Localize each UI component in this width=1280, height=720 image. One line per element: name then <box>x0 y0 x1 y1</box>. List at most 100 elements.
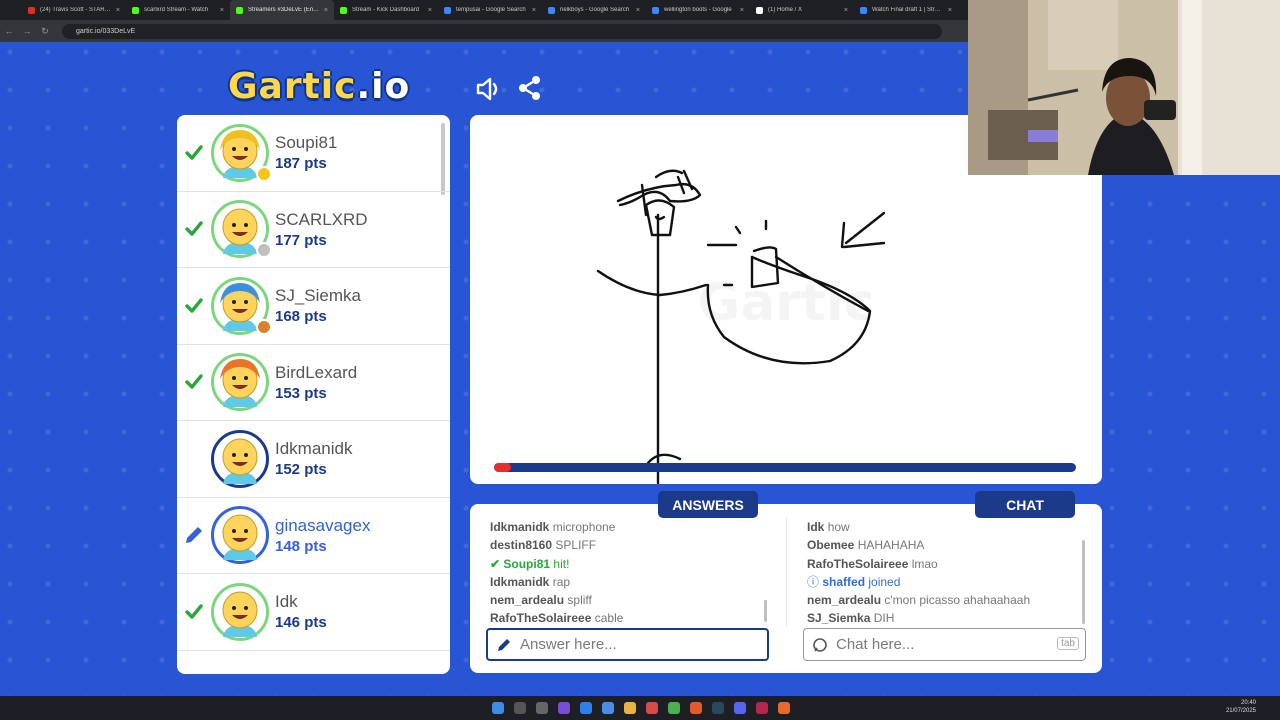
clock[interactable]: 20:40 21/07/2025 <box>1226 699 1256 715</box>
browser-tab[interactable]: nelkboys - Google Search × <box>542 0 646 20</box>
player-points: 146 pts <box>275 614 327 632</box>
chat-list: Idk how Obemee HAHAHAHA RafoTheSolaireee l… <box>807 518 1087 628</box>
message-user[interactable]: Idk <box>807 520 824 534</box>
tab-close-icon[interactable]: × <box>532 7 536 14</box>
answer-message: RafoTheSolaireee cable <box>490 609 770 627</box>
tab-title: (24) Travis Scott - STARGAZING <box>40 7 112 13</box>
browser-tab[interactable]: (24) Travis Scott - STARGAZING × <box>22 0 126 20</box>
tab-close-icon[interactable]: × <box>636 7 640 14</box>
task-view-icon[interactable] <box>536 702 548 714</box>
check-icon <box>185 221 203 236</box>
logo-suffix: .io <box>356 66 411 107</box>
message-user[interactable]: Obemee <box>807 538 854 552</box>
player-row[interactable]: SJ_Siemka 168 pts <box>177 268 450 345</box>
tab-close-icon[interactable]: × <box>324 7 328 14</box>
player-row[interactable]: Idkmanidk 152 pts <box>177 421 450 498</box>
app-icon-2[interactable] <box>580 702 592 714</box>
message-user[interactable]: Soupi81 <box>503 557 550 571</box>
browser-tab[interactable]: Streamers #3DeLvE (English) × <box>230 0 334 20</box>
browser-tab[interactable]: scarlxrd Stream - Watch × <box>126 0 230 20</box>
message-text: hit! <box>553 556 570 571</box>
player-row[interactable]: Idk 146 pts <box>177 574 450 651</box>
url-field[interactable]: gartic.io/033DeLvE <box>62 23 942 39</box>
message-text: how <box>827 520 850 534</box>
chat-field[interactable]: tab <box>803 628 1086 661</box>
chat-message: Idk how <box>807 518 1087 536</box>
chat-message: nem_ardealu c'mon picasso ahahaahaah <box>807 591 1087 609</box>
player-row[interactable]: ginasavagex 148 pts <box>177 498 450 574</box>
browser-tab[interactable]: tempusai - Google Search × <box>438 0 542 20</box>
tab-answers[interactable]: ANSWERS <box>658 491 758 518</box>
brave-icon[interactable] <box>690 702 702 714</box>
app-icon-5[interactable] <box>756 702 768 714</box>
tab-close-icon[interactable]: × <box>428 7 432 14</box>
player-row[interactable]: BirdLexard 153 pts <box>177 345 450 421</box>
app-icon-6[interactable] <box>778 702 790 714</box>
player-name: BirdLexard <box>275 362 358 382</box>
browser-tab[interactable]: Stream - Kick Dashboard × <box>334 0 438 20</box>
message-user[interactable]: Idkmanidk <box>490 520 549 534</box>
message-user[interactable]: RafoTheSolaireee <box>490 611 591 625</box>
browser-tab[interactable]: wellington boots - Google × <box>646 0 750 20</box>
tab-title: nelkboys - Google Search <box>560 7 630 13</box>
player-row[interactable]: SCARLXRD 177 pts <box>177 192 450 268</box>
answer-input[interactable] <box>520 636 720 653</box>
player-row[interactable]: Soupi81 187 pts <box>177 115 450 192</box>
player-status <box>177 219 211 239</box>
player-name: Idkmanidk <box>275 439 353 459</box>
message-text: c'mon picasso ahahaahaah <box>884 593 1031 608</box>
chat-input[interactable] <box>836 636 1036 653</box>
player-info: ginasavagex 148 pts <box>275 516 370 555</box>
forward-icon[interactable]: → <box>18 26 36 36</box>
tab-close-icon[interactable]: × <box>220 7 224 14</box>
app-icon-3[interactable] <box>602 702 614 714</box>
tab-close-icon[interactable]: × <box>116 7 120 14</box>
steam-icon[interactable] <box>712 702 724 714</box>
tab-chat[interactable]: CHAT <box>975 491 1075 518</box>
message-user[interactable]: nem_ardealu <box>807 593 881 607</box>
answers-scrollbar[interactable] <box>764 600 767 622</box>
message-text: rap <box>552 574 571 589</box>
browser-tab[interactable]: Watch Final draft 1 | Stream × <box>854 0 958 20</box>
answer-message: destin8160 SPLIFF <box>490 536 770 554</box>
message-user[interactable]: RafoTheSolaireee <box>807 557 908 571</box>
sound-icon[interactable] <box>473 74 503 104</box>
discord-icon[interactable] <box>734 702 746 714</box>
back-icon[interactable]: ← <box>0 26 18 36</box>
rank-medal-icon <box>256 165 272 182</box>
message-user[interactable]: Idkmanidk <box>490 575 549 589</box>
share-icon[interactable] <box>516 74 544 102</box>
player-name: Soupi81 <box>275 133 338 153</box>
player-points: 187 pts <box>275 155 327 173</box>
app-icon-4[interactable] <box>646 702 658 714</box>
reload-icon[interactable]: ↻ <box>36 26 54 37</box>
folder-icon[interactable] <box>624 702 636 714</box>
app-icon-1[interactable] <box>558 702 570 714</box>
message-text: microphone <box>552 520 616 534</box>
message-user[interactable]: shaffed <box>822 575 865 589</box>
search-icon[interactable] <box>514 702 526 714</box>
tab-close-icon[interactable]: × <box>948 7 952 14</box>
check-icon <box>185 145 203 160</box>
start-icon[interactable] <box>492 702 504 714</box>
player-info: Soupi81 187 pts <box>275 133 337 172</box>
tab-favicon-icon <box>340 6 347 14</box>
browser-tab[interactable]: (1) Home / X × <box>750 0 854 20</box>
message-text: spliff <box>567 593 592 608</box>
message-user[interactable]: destin8160 <box>490 538 552 552</box>
tab-close-icon[interactable]: × <box>740 7 744 14</box>
avatar <box>211 353 269 412</box>
chat-scrollbar[interactable] <box>1082 540 1085 624</box>
chat-message: RafoTheSolaireee lmao <box>807 555 1087 573</box>
pencil-icon <box>498 638 510 651</box>
chrome-icon[interactable] <box>668 702 680 714</box>
tab-title: scarlxrd Stream - Watch <box>144 7 209 13</box>
check-icon <box>185 374 203 389</box>
tab-close-icon[interactable]: × <box>844 7 848 14</box>
message-user[interactable]: nem_ardealu <box>490 593 564 607</box>
players-list[interactable]: Soupi81 187 pts SCARLXRD 177 pts SJ_Siemka 16… <box>177 115 450 674</box>
chat-message: ⓘ shaffed joined <box>807 573 1087 591</box>
answer-field[interactable] <box>486 628 769 661</box>
player-name: SCARLXRD <box>275 209 368 229</box>
message-user[interactable]: SJ_Siemka <box>807 611 870 625</box>
